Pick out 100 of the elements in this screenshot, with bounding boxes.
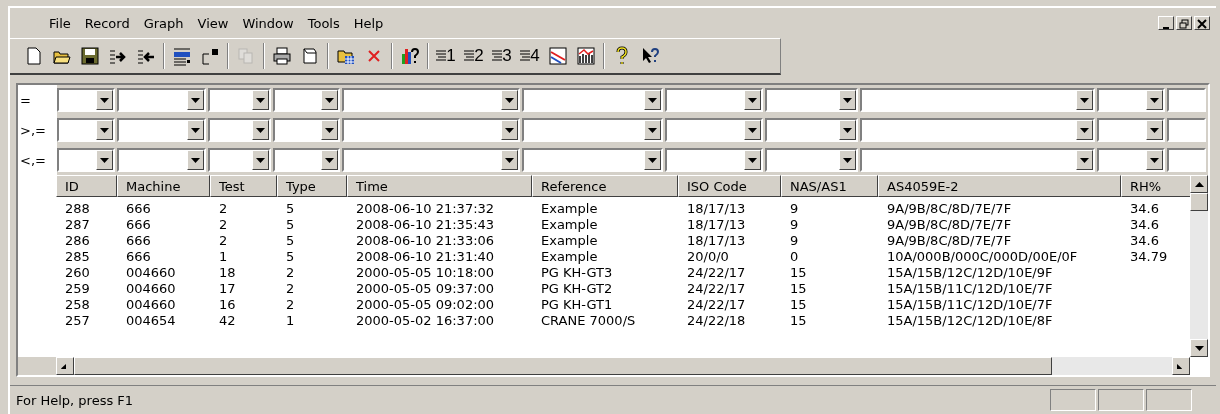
filter-dropdown[interactable] <box>273 148 340 172</box>
table-cell-text: 10A/000B/000C/000D/00E/0F <box>886 249 1079 264</box>
table-cell-text: 0 <box>789 249 800 264</box>
filter-dropdown[interactable] <box>273 88 340 112</box>
menu-item[interactable]: Tools <box>300 11 347 35</box>
table-cell-text: PG KH-GT3 <box>540 265 614 280</box>
scroll-thumb[interactable] <box>1190 193 1208 211</box>
filter-dropdown[interactable] <box>207 148 272 172</box>
filter-dropdown[interactable] <box>765 118 859 142</box>
table-cell-text: 5 <box>285 233 296 248</box>
column-header[interactable]: Time <box>347 175 532 197</box>
filter-dropdown[interactable] <box>57 88 115 112</box>
column-header[interactable]: ID <box>56 175 117 197</box>
close-button[interactable] <box>1194 16 1210 30</box>
column-header[interactable]: Test <box>210 175 277 197</box>
table-cell-text: 9A/9B/8C/8D/7E/7F <box>886 217 1013 232</box>
status-pane <box>1146 389 1192 411</box>
table-cell-text: 16 <box>218 297 237 312</box>
menu-item[interactable]: File <box>42 11 78 35</box>
status-pane <box>1050 389 1096 411</box>
table-cell-text: 15A/15B/12C/12D/10E/9F <box>886 265 1054 280</box>
table-cell-text: 004660 <box>125 265 177 280</box>
filter-dropdown[interactable] <box>765 148 859 172</box>
caret-down-icon <box>1080 157 1090 163</box>
vertical-scrollbar[interactable] <box>1190 175 1208 357</box>
menu-item[interactable]: View <box>190 11 236 35</box>
table-cell-text: 9 <box>789 201 800 216</box>
table-cell-text: 2 <box>218 201 229 216</box>
menu-item[interactable]: Graph <box>136 11 191 35</box>
table-cell-text: 288 <box>64 201 91 216</box>
caret-down-icon <box>748 127 758 133</box>
table-cell-text: CRANE 7000/S <box>540 313 637 328</box>
table-cell-text: 2000-05-05 09:37:00 <box>355 281 496 296</box>
filter-dropdown[interactable] <box>116 118 206 142</box>
filter-dropdown[interactable] <box>207 88 272 112</box>
caret-down-icon <box>843 97 853 103</box>
filter-operator: >,= <box>18 115 58 145</box>
scroll-thumb[interactable] <box>74 357 1052 375</box>
filter-dropdown[interactable] <box>57 148 115 172</box>
filter-dropdown[interactable] <box>273 118 340 142</box>
filter-dropdown[interactable] <box>664 88 764 112</box>
menu-item[interactable]: Help <box>346 11 391 35</box>
close-icon <box>1197 19 1207 29</box>
table-cell-text: 2000-05-02 16:37:00 <box>355 313 496 328</box>
table-cell-text: 15A/15B/11C/12D/10E/7F <box>886 297 1054 312</box>
column-header[interactable]: Type <box>277 175 347 197</box>
menu-item[interactable]: Record <box>77 11 137 35</box>
caret-down-icon <box>324 97 334 103</box>
column-header[interactable]: ISO Code <box>678 175 781 197</box>
caret-down-icon <box>1149 97 1159 103</box>
filter-operator: <,= <box>18 145 58 175</box>
column-header[interactable]: NAS/AS1 <box>781 175 878 197</box>
table-cell-text: 5 <box>285 217 296 232</box>
table-cell-text: 666 <box>125 249 152 264</box>
table-cell-text: 9 <box>789 233 800 248</box>
table-cell-text: 2008-06-10 21:33:06 <box>355 233 496 248</box>
filter-dropdown[interactable] <box>207 118 272 142</box>
table-cell-text: 20/0/0 <box>686 249 730 264</box>
column-header[interactable]: Reference <box>532 175 678 197</box>
filter-dropdown[interactable] <box>664 148 764 172</box>
table-cell-text: 18/17/13 <box>686 217 747 232</box>
column-header[interactable]: RH% <box>1121 175 1192 197</box>
caret-down-icon <box>1149 157 1159 163</box>
table-cell-text: 2 <box>218 217 229 232</box>
scroll-right-button[interactable] <box>1172 357 1190 375</box>
horizontal-scrollbar[interactable] <box>18 357 1190 375</box>
table-cell-text: 5 <box>285 249 296 264</box>
table-cell-text: 666 <box>125 201 152 216</box>
table-cell-text: 2 <box>218 233 229 248</box>
table-cell-text: 15 <box>789 281 808 296</box>
scroll-down-button[interactable] <box>1190 339 1208 357</box>
filter-dropdown[interactable] <box>116 148 206 172</box>
table-cell-text: 258 <box>64 297 91 312</box>
filter-dropdown[interactable] <box>57 118 115 142</box>
caret-down-icon <box>505 157 515 163</box>
caret-down-icon <box>190 97 200 103</box>
filter-dropdown[interactable] <box>1097 118 1165 142</box>
column-header[interactable]: Machine <box>117 175 210 197</box>
restore-button[interactable] <box>1176 16 1192 30</box>
table-cell-text: 2000-05-05 09:02:00 <box>355 297 496 312</box>
minimize-button[interactable] <box>1158 16 1174 30</box>
table-cell-text: 24/22/17 <box>686 281 747 296</box>
filter-dropdown[interactable] <box>1097 148 1165 172</box>
filter-operator: = <box>18 85 58 115</box>
table-cell-text: 15 <box>789 313 808 328</box>
filter-dropdown[interactable] <box>116 88 206 112</box>
table-cell-text: PG KH-GT2 <box>540 281 614 296</box>
caret-down-icon <box>647 127 657 133</box>
scroll-up-button[interactable] <box>1190 175 1208 193</box>
filter-dropdown[interactable] <box>765 88 859 112</box>
table-cell-text: 9A/9B/8C/8D/7E/7F <box>886 233 1013 248</box>
table-cell-text: 34.79 <box>1129 249 1169 264</box>
filter-dropdown[interactable] <box>664 118 764 142</box>
scroll-left-button[interactable] <box>56 357 74 375</box>
table-cell-text: Example <box>540 249 599 264</box>
table-cell-text: Example <box>540 233 599 248</box>
caret-down-icon <box>505 97 515 103</box>
filter-dropdown[interactable] <box>1097 88 1165 112</box>
column-header[interactable]: AS4059E-2 <box>878 175 1121 197</box>
menu-item[interactable]: Window <box>235 11 301 35</box>
